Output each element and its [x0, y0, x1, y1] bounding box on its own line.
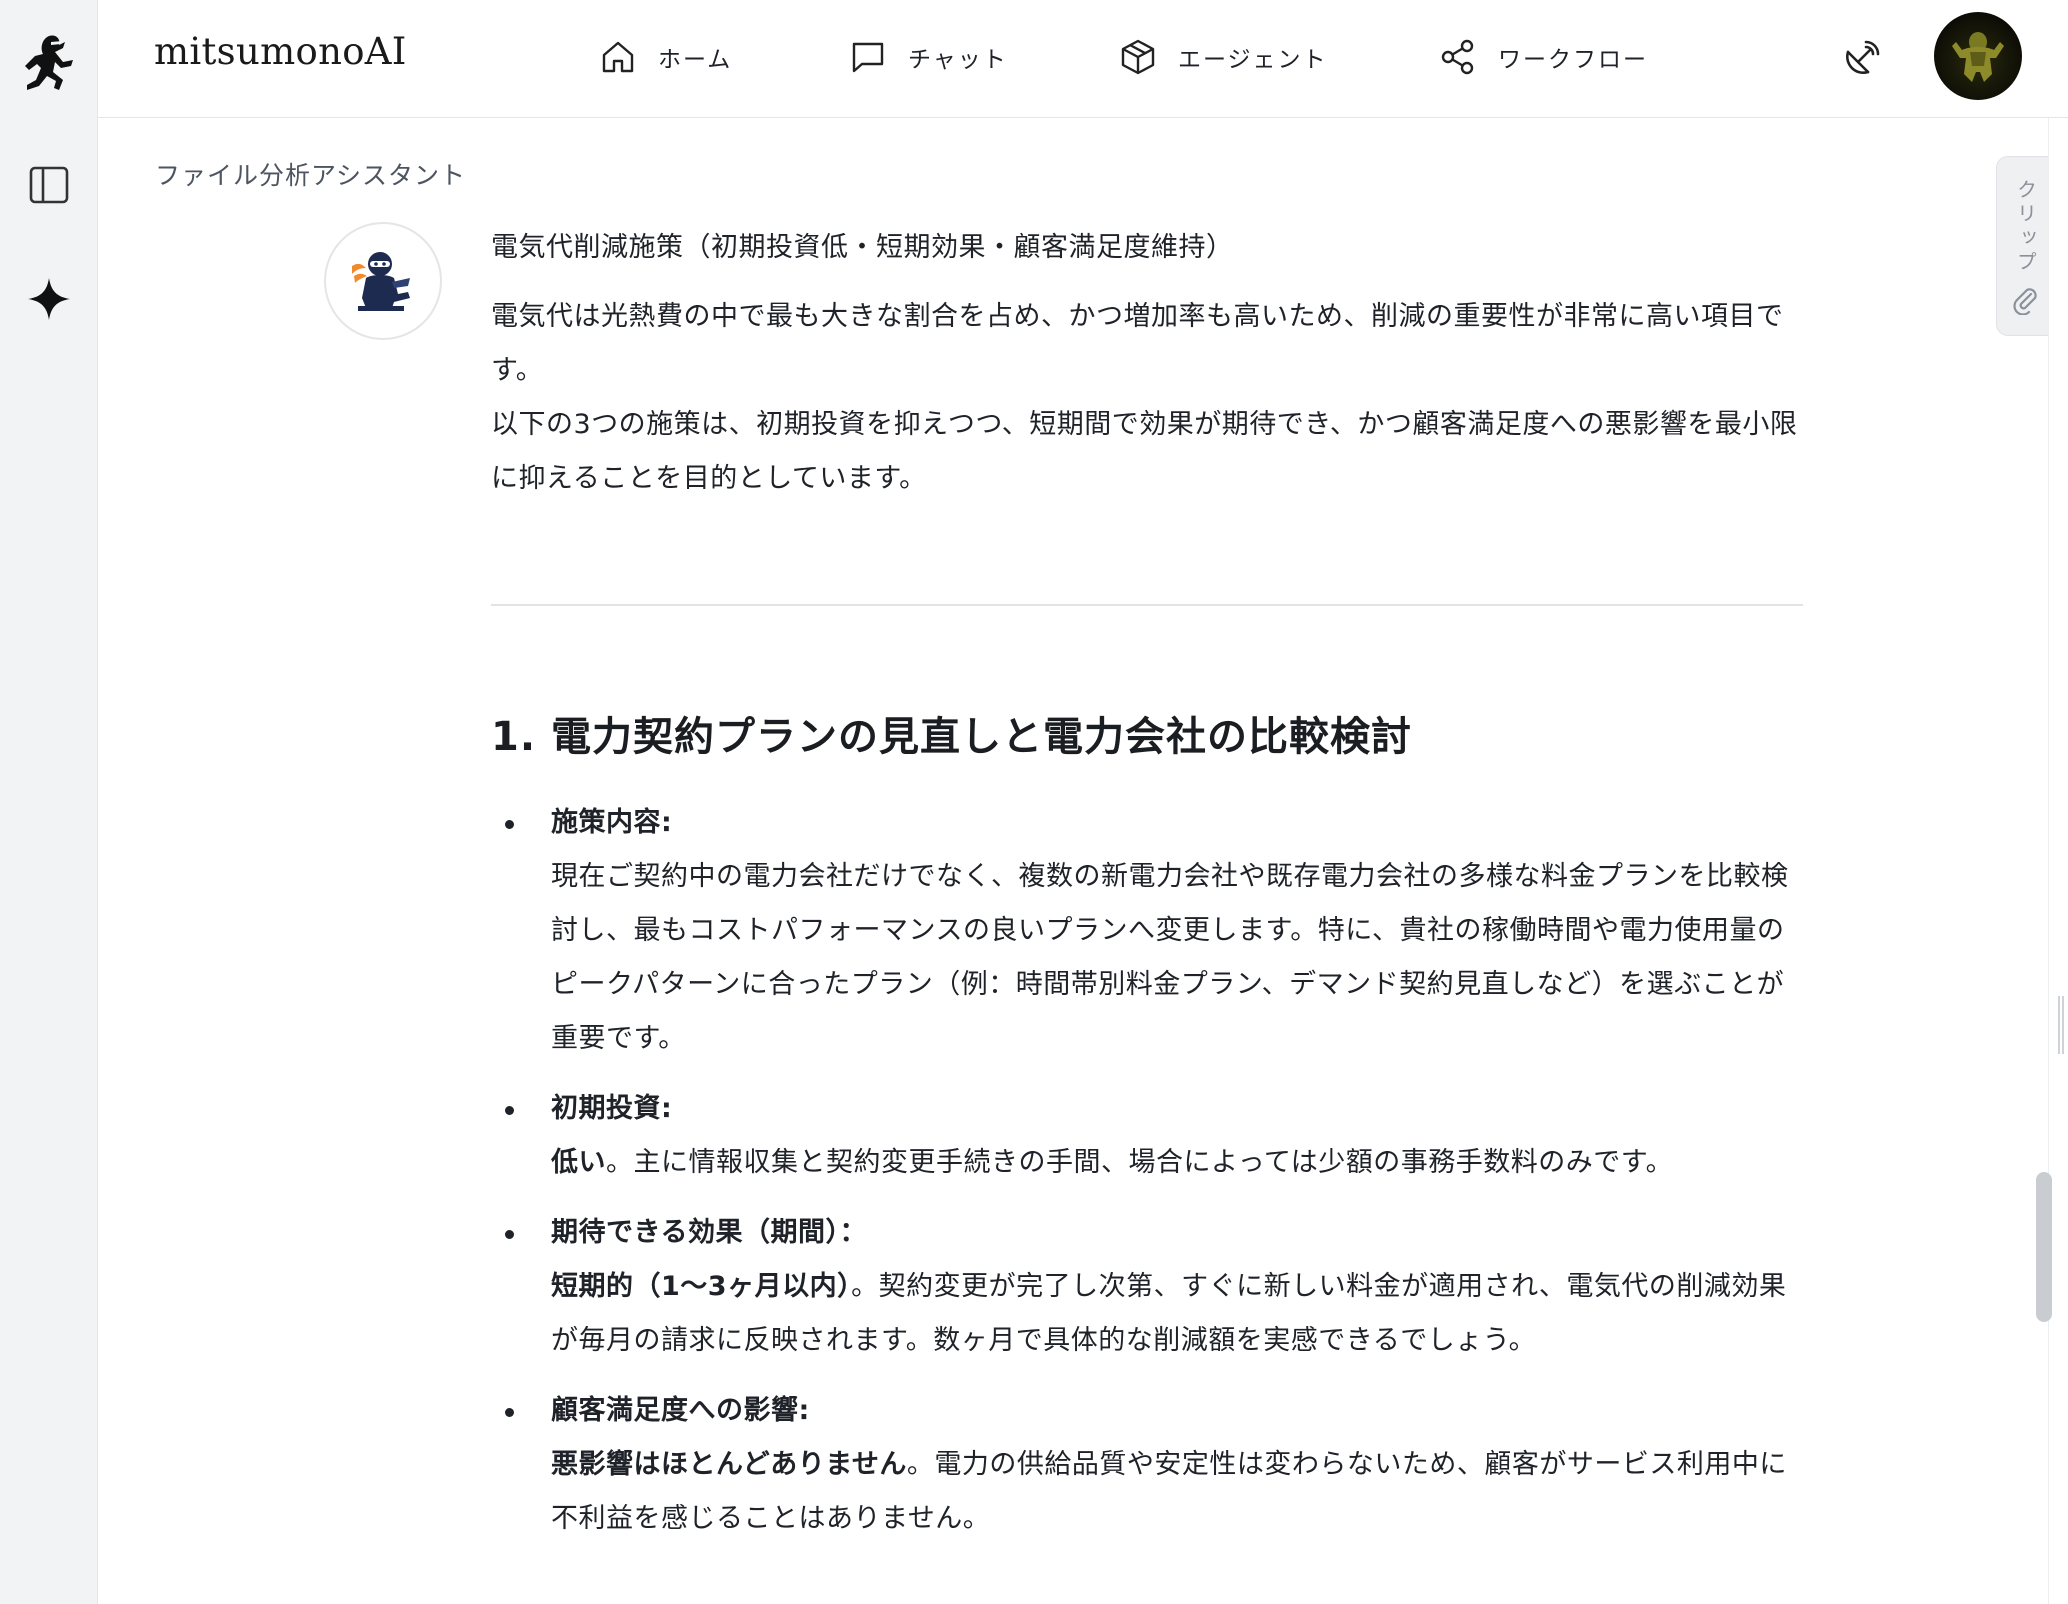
list-item-text: 。主に情報収集と契約変更手続きの手間、場合によっては少額の事務手数料のみです。: [606, 1147, 1674, 1178]
scrollbar-track[interactable]: [2048, 118, 2068, 1604]
list-item-emphasis: 低い: [551, 1147, 606, 1178]
list-item: 期待できる効果（期間）： 短期的（1〜3ヶ月以内）。契約変更が完了し次第、すぐに…: [491, 1206, 1803, 1368]
top-bar: mitsumonoAI ホーム チャット エージェント ワークフロー: [98, 0, 2068, 118]
list-item-body: 悪影響はほとんどありません。電力の供給品質や安定性は変わらないため、顧客がサービ…: [551, 1438, 1803, 1546]
paperclip-icon: [2013, 288, 2037, 315]
nav-chat[interactable]: チャット: [848, 30, 1008, 84]
cube-icon: [1121, 39, 1155, 75]
left-rail: [0, 0, 98, 1604]
list-item-label: 顧客満足度への影響:: [551, 1395, 810, 1426]
message-lead: 電気代削減施策（初期投資低・短期効果・顧客満足度維持）: [491, 232, 1234, 263]
list-item-text: 現在ご契約中の電力会社だけでなく、複数の新電力会社や既存電力会社の多様な料金プラ…: [551, 861, 1789, 1054]
list-item-body: 短期的（1〜3ヶ月以内）。契約変更が完了し次第、すぐに新しい料金が適用され、電気…: [551, 1260, 1803, 1368]
list-item-label: 期待できる効果（期間）：: [551, 1217, 867, 1248]
nav-workflow-label: ワークフロー: [1498, 47, 1648, 73]
home-icon: [602, 41, 634, 73]
section-divider: [491, 604, 1803, 606]
resize-handle[interactable]: [2058, 996, 2064, 1054]
nav-home-label: ホーム: [658, 47, 733, 73]
sidebar-toggle-icon[interactable]: [14, 150, 84, 220]
page-title: ファイル分析アシスタント: [155, 161, 467, 190]
list-item-emphasis: 悪影響はほとんどありません: [551, 1449, 907, 1480]
ninja-assistant-icon: [352, 252, 410, 311]
list-item-body: 低い。主に情報収集と契約変更手続きの手間、場合によっては少額の事務手数料のみです…: [551, 1136, 1803, 1190]
assistant-avatar: [324, 222, 442, 340]
satellite-icon[interactable]: [1838, 34, 1886, 82]
clip-tab-label: クリップ: [2013, 179, 2038, 275]
nav-workflow[interactable]: ワークフロー: [1438, 30, 1648, 84]
assistant-message: 電気代削減施策（初期投資低・短期効果・顧客満足度維持） 電気代は光熱費の中で最も…: [491, 228, 1803, 506]
list-item: 顧客満足度への影響: 悪影響はほとんどありません。電力の供給品質や安定性は変わら…: [491, 1384, 1803, 1546]
nav-agent-label: エージェント: [1178, 47, 1328, 73]
clip-panel-tab[interactable]: クリップ: [1996, 156, 2056, 336]
share-icon: [1441, 39, 1474, 75]
list-item-emphasis: 短期的（1〜3ヶ月以内）: [551, 1271, 852, 1302]
user-avatar[interactable]: [1934, 12, 2022, 100]
list-item-body: 現在ご契約中の電力会社だけでなく、複数の新電力会社や既存電力会社の多様な料金プラ…: [551, 850, 1803, 1066]
nav-home[interactable]: ホーム: [598, 30, 732, 84]
chat-icon: [852, 42, 884, 73]
ninja-logo-icon[interactable]: [14, 28, 84, 98]
message-paragraph: 電気代は光熱費の中で最も大きな割合を占め、かつ増加率も高いため、削減の重要性が非…: [491, 301, 1784, 386]
section-heading: 1. 電力契約プランの見直しと電力会社の比較検討: [491, 714, 1412, 760]
message-paragraph: 以下の3つの施策は、初期投資を抑えつつ、短期間で効果が期待でき、かつ顧客満足度へ…: [491, 409, 1798, 494]
nav-chat-label: チャット: [908, 47, 1008, 73]
list-item: 施策内容: 現在ご契約中の電力会社だけでなく、複数の新電力会社や既存電力会社の多…: [491, 796, 1803, 1066]
nav-agent[interactable]: エージェント: [1118, 30, 1328, 84]
list-item: 初期投資: 低い。主に情報収集と契約変更手続きの手間、場合によっては少額の事務手…: [491, 1082, 1803, 1190]
list-item-label: 初期投資:: [551, 1093, 673, 1124]
sparkle-icon[interactable]: [14, 264, 84, 334]
measure-detail-list: 施策内容: 現在ご契約中の電力会社だけでなく、複数の新電力会社や既存電力会社の多…: [491, 796, 1803, 1562]
list-item-label: 施策内容:: [551, 807, 673, 838]
scrollbar-thumb[interactable]: [2036, 1172, 2052, 1322]
brand-name[interactable]: mitsumonoAI: [154, 30, 407, 73]
